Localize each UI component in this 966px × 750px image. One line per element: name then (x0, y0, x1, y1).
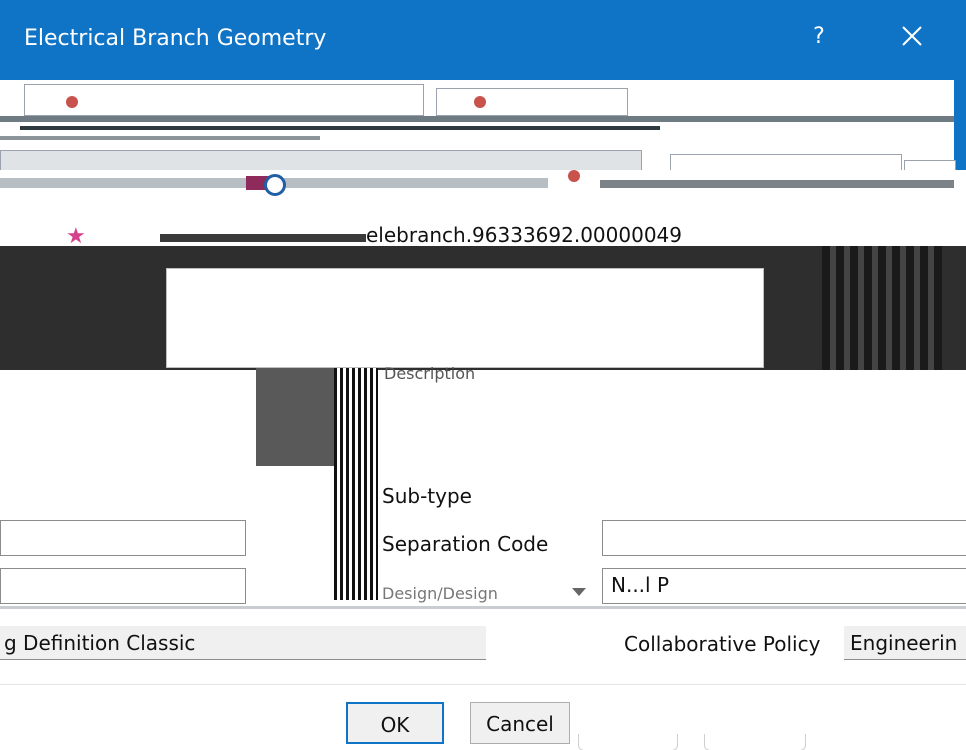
dropdown-arrow-icon[interactable] (572, 588, 586, 596)
separation-code-label: Separation Code (382, 532, 549, 556)
divider (0, 684, 966, 685)
separation-code-field[interactable] (602, 520, 966, 556)
radio-icon[interactable] (264, 174, 286, 196)
description-label: Description (384, 364, 476, 383)
definition-field[interactable]: g Definition Classic (0, 626, 486, 660)
design-label: Design/Design (382, 584, 498, 603)
description-field[interactable] (166, 268, 764, 368)
bottom-strip (0, 604, 966, 626)
tab-strip (0, 80, 956, 172)
glitch-line (0, 136, 320, 140)
star-icon: ★ (66, 224, 86, 249)
collaborative-policy-field[interactable]: Engineerin (844, 626, 966, 660)
red-marker (66, 96, 78, 108)
collaborative-policy-label: Collaborative Policy (624, 632, 821, 656)
window-title: Electrical Branch Geometry (24, 26, 327, 51)
design-field[interactable]: N...l P (602, 568, 966, 604)
left-field-2[interactable] (0, 568, 246, 604)
glitch-line (600, 180, 954, 188)
glitch-line (0, 606, 966, 609)
gray-block (256, 368, 334, 466)
tab-secondary[interactable] (436, 88, 628, 116)
design-value: N...l P (611, 573, 670, 597)
tab-row (0, 150, 642, 172)
red-marker (568, 170, 580, 182)
ghost-button (578, 734, 678, 750)
left-field-1[interactable] (0, 520, 246, 556)
dialog-window: Electrical Branch Geometry ? ★ elebranch… (0, 0, 966, 750)
close-button[interactable] (892, 16, 932, 56)
glitch-line (20, 126, 660, 130)
name-field[interactable]: elebranch.96333692.00000049 (366, 224, 762, 246)
tab-general[interactable] (24, 84, 424, 116)
glitch-line (0, 116, 954, 122)
ghost-button (704, 734, 806, 750)
help-button[interactable]: ? (804, 20, 834, 54)
ok-button[interactable]: OK (346, 702, 444, 744)
name-row (0, 170, 966, 212)
subtype-label: Sub-type (382, 484, 472, 508)
glitch-line (160, 234, 366, 242)
close-icon (902, 26, 922, 46)
glitch-block (822, 246, 942, 370)
title-bar: Electrical Branch Geometry ? (0, 0, 966, 80)
red-marker (474, 96, 486, 108)
scrollbar-strip (334, 368, 378, 600)
cancel-button[interactable]: Cancel (470, 702, 570, 744)
